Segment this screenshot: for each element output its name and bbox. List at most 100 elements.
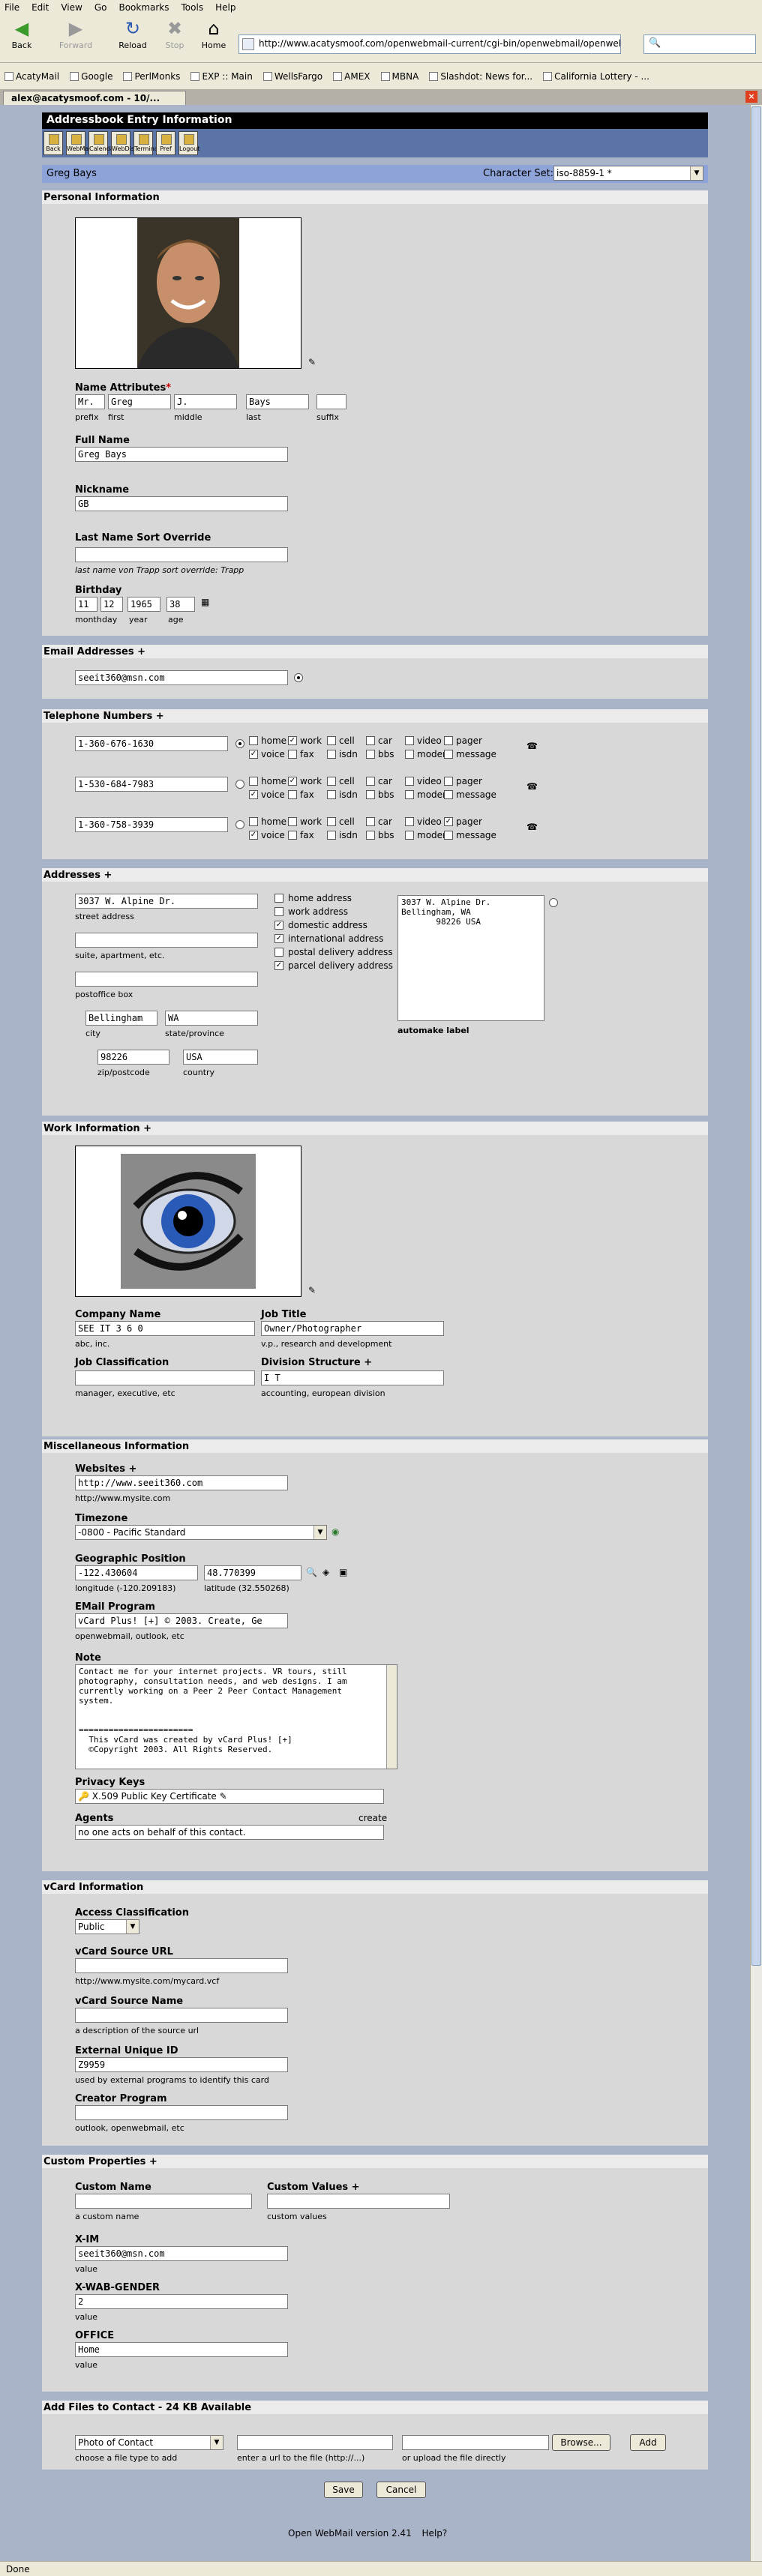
timezone-select[interactable]: -0800 - Pacific Standard — [75, 1525, 327, 1540]
menu-help[interactable]: Help — [215, 2, 236, 13]
address-type-checkbox[interactable]: ✓ — [274, 934, 284, 943]
edit-logo-icon[interactable]: ✎ — [308, 1285, 316, 1295]
birth-year-input[interactable]: 1965 — [128, 597, 160, 612]
bookmark-item[interactable]: PerlMonks — [123, 71, 180, 82]
phone-type-checkbox[interactable] — [444, 831, 453, 840]
file-type-select[interactable]: Photo of Contact — [75, 2435, 224, 2450]
phone-type-checkbox[interactable] — [444, 777, 453, 786]
phone-number-input[interactable]: 1-530-684-7983 — [75, 777, 228, 792]
map-pin-icon[interactable]: ◈ — [322, 1567, 329, 1577]
webdisk-app-icon[interactable]: WebDisk — [111, 131, 138, 155]
phone-type-checkbox[interactable] — [327, 790, 336, 799]
creator-program-input[interactable] — [75, 2105, 288, 2120]
vcard-source-url-input[interactable] — [75, 1958, 288, 1973]
pref-app-icon[interactable]: Pref — [156, 131, 176, 155]
phone-type-checkbox[interactable] — [288, 750, 297, 759]
phone-type-checkbox[interactable] — [405, 750, 414, 759]
logout-app-icon[interactable]: Logout — [178, 131, 200, 155]
office-input[interactable]: Home — [75, 2342, 288, 2357]
phone-type-checkbox[interactable]: ✓ — [288, 777, 297, 786]
add-file-button[interactable]: Add — [630, 2434, 666, 2451]
browser-tab[interactable]: alex@acatysmoof.com - 10/... — [3, 91, 186, 105]
url-bar[interactable]: http://www.acatysmoof.com/openwebmail-cu… — [238, 34, 621, 54]
website-input[interactable]: http://www.seeit360.com — [75, 1475, 288, 1490]
state-input[interactable]: WA — [165, 1011, 258, 1026]
phone-number-input[interactable]: 1-360-676-1630 — [75, 736, 228, 751]
last-name-input[interactable]: Bays — [246, 394, 309, 409]
help-link[interactable]: Help? — [422, 2528, 448, 2539]
reload-button[interactable]: ↻ Reload — [114, 18, 152, 50]
phone-type-checkbox[interactable] — [327, 817, 336, 826]
cancel-button[interactable]: Cancel — [376, 2482, 426, 2498]
phone-type-checkbox[interactable] — [249, 817, 258, 826]
primary-phone-radio[interactable] — [236, 739, 244, 748]
nickname-input[interactable]: GB — [75, 496, 288, 511]
bookmark-item[interactable]: MBNA — [380, 71, 418, 82]
middle-name-input[interactable]: J. — [174, 394, 237, 409]
note-textarea[interactable]: Contact me for your internet projects. V… — [75, 1664, 398, 1769]
bookmark-item[interactable]: AcatyMail — [4, 71, 59, 82]
zip-input[interactable]: 98226 — [98, 1050, 170, 1065]
city-input[interactable]: Bellingham — [86, 1011, 158, 1026]
magnifier-icon[interactable]: 🔍 — [306, 1567, 317, 1577]
x-im-input[interactable]: seeit360@msn.com — [75, 2246, 288, 2261]
phone-type-checkbox[interactable] — [366, 817, 375, 826]
charset-select[interactable]: iso-8859-1 * — [554, 166, 704, 181]
stop-button[interactable]: ✖ Stop — [156, 18, 194, 50]
primary-phone-radio[interactable] — [236, 820, 244, 829]
address-type-checkbox[interactable]: ✓ — [274, 921, 284, 930]
birth-day-input[interactable]: 12 — [100, 597, 123, 612]
external-uid-input[interactable]: Z9959 — [75, 2057, 288, 2072]
phone-number-input[interactable]: 1-360-758-3939 — [75, 817, 228, 832]
note-scrollbar[interactable] — [386, 1665, 397, 1769]
automake-label[interactable]: automake label — [398, 1026, 470, 1035]
address-type-checkbox[interactable] — [274, 894, 284, 903]
phone-type-checkbox[interactable] — [405, 817, 414, 826]
primary-address-radio[interactable] — [549, 898, 558, 907]
phone-type-checkbox[interactable] — [327, 750, 336, 759]
home-button[interactable]: ⌂ Home — [195, 18, 232, 50]
phone-type-checkbox[interactable] — [288, 817, 297, 826]
phone-type-checkbox[interactable] — [327, 831, 336, 840]
address-type-checkbox[interactable]: ✓ — [274, 961, 284, 970]
country-input[interactable]: USA — [183, 1050, 258, 1065]
full-name-input[interactable]: Greg Bays — [75, 447, 288, 462]
phone-type-checkbox[interactable]: ✓ — [249, 750, 258, 759]
agents-create-link[interactable]: create — [358, 1813, 387, 1823]
phone-type-checkbox[interactable] — [405, 736, 414, 745]
camera-icon[interactable]: ▣ — [339, 1567, 347, 1577]
menu-file[interactable]: File — [4, 2, 20, 13]
address-type-checkbox[interactable] — [274, 907, 284, 916]
forward-button[interactable]: ▶ Forward — [57, 18, 94, 50]
address-label-textarea[interactable]: 3037 W. Alpine Dr. Bellingham, WA 98226 U… — [398, 895, 544, 1021]
bookmark-item[interactable]: AMEX — [333, 71, 370, 82]
phone-type-checkbox[interactable] — [327, 736, 336, 745]
scrollbar-thumb[interactable] — [752, 106, 761, 1966]
webmail-app-icon[interactable]: WebMail — [66, 131, 92, 155]
longitude-input[interactable]: -122.430604 — [75, 1565, 198, 1580]
phone-type-checkbox[interactable]: ✓ — [249, 831, 258, 840]
phone-type-checkbox[interactable] — [405, 777, 414, 786]
phone-dial-icon[interactable]: ☎ — [526, 781, 538, 792]
job-classification-input[interactable] — [75, 1370, 255, 1385]
prefix-input[interactable]: Mr. — [75, 394, 105, 409]
address-type-checkbox[interactable] — [274, 948, 284, 957]
phone-dial-icon[interactable]: ☎ — [526, 741, 538, 751]
latitude-input[interactable]: 48.770399 — [204, 1565, 302, 1580]
phone-type-checkbox[interactable] — [444, 736, 453, 745]
suite-input[interactable] — [75, 933, 258, 948]
menu-edit[interactable]: Edit — [32, 2, 49, 13]
phone-type-checkbox[interactable] — [366, 831, 375, 840]
phone-type-checkbox[interactable] — [405, 831, 414, 840]
pobox-input[interactable] — [75, 972, 258, 987]
search-box[interactable]: 🔍 — [644, 34, 756, 54]
phone-type-checkbox[interactable]: ✓ — [249, 790, 258, 799]
bookmark-item[interactable]: Slashdot: News for... — [429, 71, 532, 82]
division-input[interactable]: I T — [261, 1370, 444, 1385]
globe-icon[interactable]: ◉ — [332, 1526, 339, 1537]
phone-type-checkbox[interactable] — [366, 790, 375, 799]
close-tab-icon[interactable]: × — [746, 91, 758, 103]
sort-override-input[interactable] — [75, 547, 288, 562]
email-input[interactable]: seeit360@msn.com — [75, 670, 288, 685]
back-button[interactable]: ◀ Back — [3, 18, 40, 50]
